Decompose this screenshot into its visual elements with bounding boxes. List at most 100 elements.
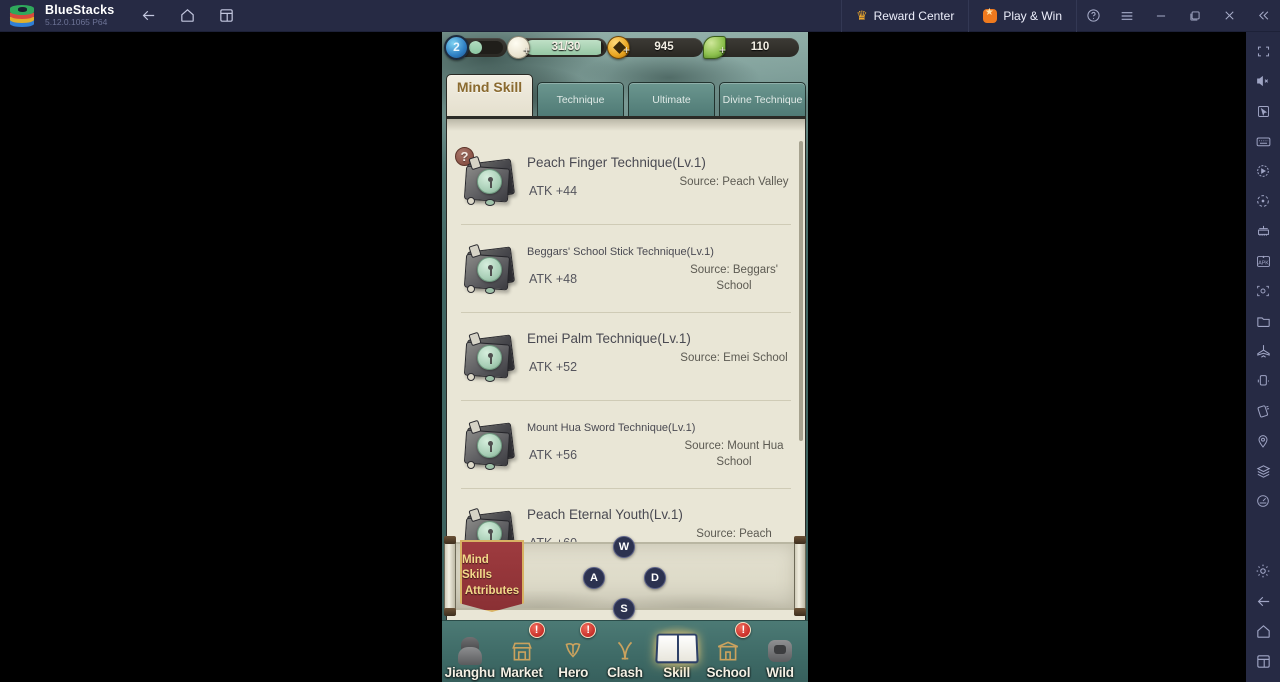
open-book-icon <box>649 625 704 673</box>
notification-badge: ! <box>735 622 752 638</box>
cursor-icon[interactable] <box>1246 96 1280 126</box>
collapse-sidebar-icon[interactable] <box>1246 0 1280 32</box>
nav-item-jianghu[interactable]: Jianghu <box>445 622 495 680</box>
game-bottom-nav: Jianghu ! Market ! Hero Clash ! School W… <box>442 620 808 682</box>
nav-item-wild[interactable]: Wild <box>755 622 805 680</box>
minimize-icon[interactable] <box>1144 0 1178 32</box>
game-viewport[interactable]: 2 + 31/30 + 945 + 110 Mind Skill Techniq… <box>442 32 808 682</box>
skill-atk: ATK +44 <box>529 184 578 198</box>
tilt-icon[interactable] <box>1246 396 1280 426</box>
wild-beast-icon <box>762 635 798 667</box>
crossed-swords-icon <box>607 635 643 667</box>
ribbon-line-2: Attributes <box>464 584 520 597</box>
list-item[interactable]: Beggars' School Stick Technique(Lv.1) AT… <box>461 225 791 313</box>
skill-book-icon <box>463 239 521 299</box>
back-icon[interactable] <box>140 7 157 24</box>
recents-icon[interactable] <box>1246 646 1280 676</box>
list-item[interactable]: Peach Finger Technique(Lv.1) ATK +44 Sou… <box>461 137 791 225</box>
play-and-win-button[interactable]: Play & Win <box>968 0 1076 32</box>
skill-book-icon <box>463 327 521 387</box>
key-d-overlay[interactable]: D <box>644 567 666 589</box>
skill-book-icon <box>463 151 521 211</box>
maximize-icon[interactable] <box>1178 0 1212 32</box>
reward-center-label: Reward Center <box>873 8 955 23</box>
settings-gear-icon[interactable] <box>1246 556 1280 586</box>
key-s-overlay[interactable]: S <box>613 598 635 620</box>
location-icon[interactable] <box>1246 426 1280 456</box>
layers-icon[interactable] <box>1246 456 1280 486</box>
reward-center-button[interactable]: ♛ Reward Center <box>840 0 968 32</box>
list-item[interactable]: Emei Palm Technique(Lv.1) ATK +52 Source… <box>461 313 791 401</box>
herb-plus-icon[interactable]: + <box>719 44 726 56</box>
media-folder-icon[interactable] <box>1246 306 1280 336</box>
nav-item-school[interactable]: ! School <box>703 622 753 680</box>
airplane-icon[interactable] <box>1246 336 1280 366</box>
key-a-overlay[interactable]: A <box>583 567 605 589</box>
coin-counter[interactable]: + 945 <box>607 35 703 59</box>
hero-icon <box>555 635 591 667</box>
nav-label-hero: Hero <box>558 665 589 680</box>
screenshot-icon[interactable] <box>1246 276 1280 306</box>
banner-ribbon-label[interactable]: Mind Skills Attributes <box>460 540 524 612</box>
herb-counter[interactable]: + 110 <box>703 35 799 59</box>
mind-skills-attributes-banner[interactable]: Mind Skills Attributes W A D S <box>444 536 806 620</box>
fullscreen-icon[interactable] <box>1246 36 1280 66</box>
titlebar-nav-group <box>140 7 235 24</box>
notification-badge: ! <box>528 622 545 638</box>
close-icon[interactable] <box>1212 0 1246 32</box>
game-status-bar: 2 + 31/30 + 945 + 110 <box>442 32 808 62</box>
tab-mind-skill[interactable]: Mind Skill <box>446 74 533 118</box>
macro-record-icon[interactable] <box>1246 156 1280 186</box>
performance-icon[interactable] <box>1246 486 1280 516</box>
keyboard-controls-icon[interactable] <box>1246 126 1280 156</box>
skill-atk: ATK +56 <box>529 448 578 462</box>
back-icon[interactable] <box>1246 586 1280 616</box>
shake-icon[interactable] <box>1246 366 1280 396</box>
install-apk-icon[interactable]: APK <box>1246 246 1280 276</box>
skill-title: Beggars' School Stick Technique(Lv.1) <box>527 246 714 258</box>
level-badge[interactable]: 2 <box>444 34 507 60</box>
skill-title: Peach Finger Technique(Lv.1) <box>527 155 706 170</box>
skill-title: Peach Eternal Youth(Lv.1) <box>527 507 683 522</box>
crown-icon: ♛ <box>855 7 868 23</box>
list-item-text: Emei Palm Technique(Lv.1) ATK +52 Source… <box>521 313 791 400</box>
multi-instance-sync-icon[interactable] <box>1246 216 1280 246</box>
list-item[interactable]: Mount Hua Sword Technique(Lv.1) ATK +56 … <box>461 401 791 489</box>
help-icon[interactable] <box>1076 0 1110 32</box>
person-icon <box>452 635 488 667</box>
nav-item-clash[interactable]: Clash <box>600 622 650 680</box>
window-controls <box>1076 0 1280 32</box>
skill-list: Peach Finger Technique(Lv.1) ATK +44 Sou… <box>447 137 805 577</box>
list-item-text: Mount Hua Sword Technique(Lv.1) ATK +56 … <box>521 401 791 488</box>
menu-icon[interactable] <box>1110 0 1144 32</box>
level-value: 2 <box>444 34 469 60</box>
tab-divine-technique[interactable]: Divine Technique <box>719 82 806 118</box>
panel-top-shadow <box>447 119 805 131</box>
list-item-text: Beggars' School Stick Technique(Lv.1) AT… <box>521 225 791 312</box>
app-version: 5.12.0.1065 P64 <box>45 17 108 28</box>
multi-instance-icon[interactable] <box>218 7 235 24</box>
home-icon[interactable] <box>179 7 196 24</box>
stamina-meter[interactable]: + 31/30 <box>507 35 607 59</box>
play-and-win-label: Play & Win <box>1003 8 1062 23</box>
play-win-badge-icon <box>983 7 998 23</box>
tab-ultimate[interactable]: Ultimate <box>628 82 715 118</box>
ribbon-line-1: Mind Skills <box>462 553 493 582</box>
nav-item-skill[interactable]: Skill <box>649 622 704 680</box>
bluestacks-logo <box>10 4 36 28</box>
mute-icon[interactable] <box>1246 66 1280 96</box>
rotate-icon[interactable] <box>1246 186 1280 216</box>
home-icon[interactable] <box>1246 616 1280 646</box>
scroll-roller-left <box>444 536 456 616</box>
app-title-block: BlueStacks 5.12.0.1065 P64 <box>45 3 114 28</box>
list-item-text: Peach Finger Technique(Lv.1) ATK +44 Sou… <box>521 137 791 224</box>
nav-label-jianghu: Jianghu <box>444 665 496 680</box>
nav-item-hero[interactable]: ! Hero <box>548 622 598 680</box>
skill-atk: ATK +52 <box>529 360 578 374</box>
tab-technique[interactable]: Technique <box>537 82 624 118</box>
skill-category-tabs: Mind Skill Technique Ultimate Divine Tec… <box>446 74 806 118</box>
key-w-overlay[interactable]: W <box>613 536 635 558</box>
nav-item-market[interactable]: ! Market <box>497 622 547 680</box>
coin-plus-icon[interactable]: + <box>623 44 630 56</box>
emulator-sidebar: APK <box>1246 32 1280 682</box>
